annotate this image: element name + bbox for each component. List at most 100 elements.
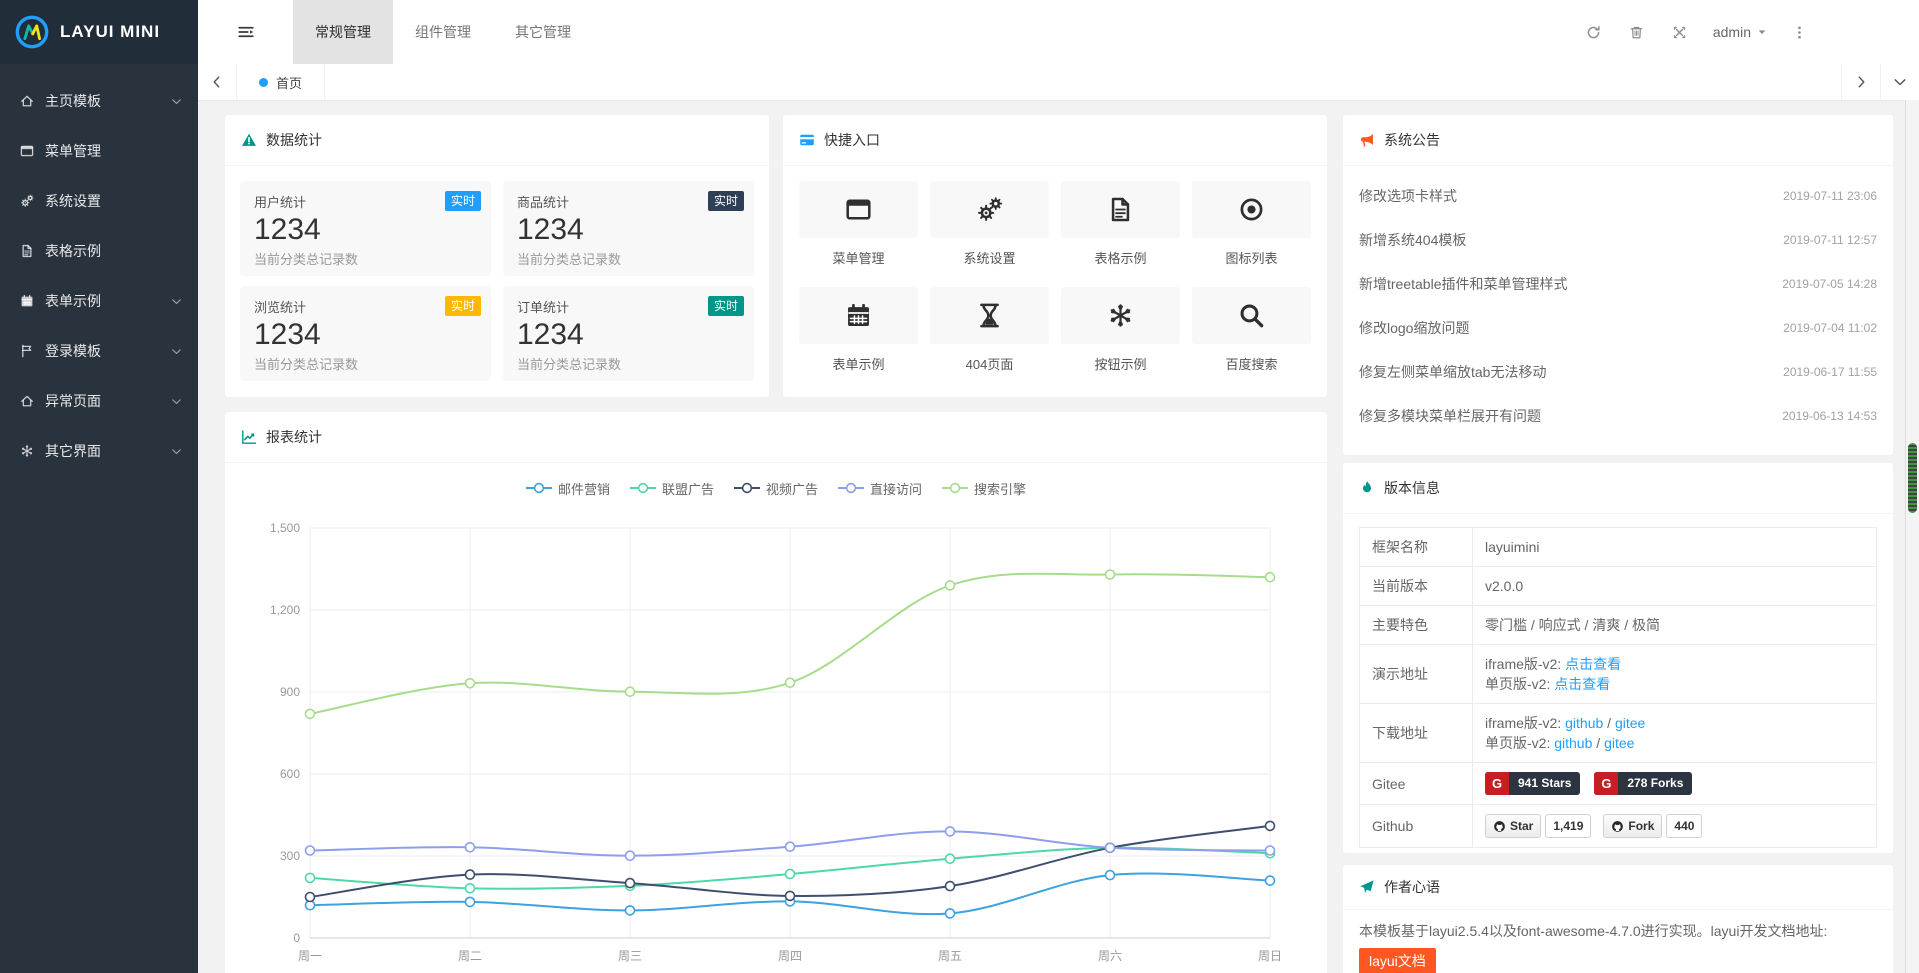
version-row-value: Star1,419 Fork440 (1473, 805, 1877, 848)
shortcut-label: 表单示例 (799, 354, 918, 373)
gitee-badge[interactable]: G941 Stars (1485, 772, 1580, 795)
svg-text:周日: 周日 (1258, 949, 1282, 963)
stat-label: 订单统计 (517, 297, 740, 316)
announcement-date: 2019-07-11 12:57 (1783, 233, 1877, 247)
sidebar-item-3[interactable]: 表格示例 (0, 226, 198, 276)
status-badge: 实时 (708, 296, 744, 316)
shortcut-6[interactable]: 按钮示例 (1061, 287, 1180, 373)
shortcut-2[interactable]: 表格示例 (1061, 181, 1180, 267)
link-github[interactable]: github (1565, 715, 1603, 731)
gitee-badge[interactable]: G278 Forks (1594, 772, 1692, 795)
shortcut-1[interactable]: 系统设置 (930, 181, 1049, 267)
svg-text:0: 0 (293, 931, 300, 945)
shortcut-0[interactable]: 菜单管理 (799, 181, 918, 267)
page-scrollbar[interactable] (1905, 100, 1919, 973)
sidebar-item-6[interactable]: 异常页面 (0, 376, 198, 426)
version-row-label: Gitee (1360, 763, 1473, 805)
sidebar-item-7[interactable]: 其它界面 (0, 426, 198, 476)
stat-value: 1234 (517, 212, 740, 248)
report-panel-header: 报表统计 (225, 412, 1327, 463)
link-点击查看[interactable]: 点击查看 (1554, 676, 1610, 692)
sidebar-item-label: 菜单管理 (45, 141, 101, 161)
shortcut-label: 系统设置 (930, 248, 1049, 267)
sidebar-item-4[interactable]: 表单示例 (0, 276, 198, 326)
legend-label: 搜索引擎 (974, 479, 1026, 498)
sidebar-menu: 主页模板菜单管理系统设置表格示例表单示例登录模板异常页面其它界面 (0, 64, 198, 476)
more-menu-button[interactable] (1780, 25, 1819, 40)
app-logo[interactable]: LAYUI MINI (0, 0, 198, 64)
version-row-4: 下载地址iframe版-v2: github / gitee单页版-v2: gi… (1360, 704, 1877, 763)
chevron-left-icon (210, 75, 224, 89)
link-点击查看[interactable]: 点击查看 (1565, 656, 1621, 672)
username: admin (1713, 24, 1751, 40)
announcement-row-2[interactable]: 新增treetable插件和菜单管理样式2019-07-05 14:28 (1359, 262, 1877, 306)
header-nav-tab-2[interactable]: 其它管理 (493, 0, 593, 64)
announcement-row-1[interactable]: 新增系统404模板2019-07-11 12:57 (1359, 218, 1877, 262)
announcement-row-5[interactable]: 修复多模块菜单栏展开有问题2019-06-13 14:53 (1359, 394, 1877, 438)
legend-item-3[interactable]: 直接访问 (838, 479, 922, 498)
sidebar-item-label: 异常页面 (45, 391, 101, 411)
legend-item-1[interactable]: 联盟广告 (630, 479, 714, 498)
hourglass-icon (976, 302, 1003, 329)
legend-item-0[interactable]: 邮件营销 (526, 479, 610, 498)
scrollbar-thumb[interactable] (1908, 443, 1917, 513)
github-star-button[interactable]: Star (1485, 814, 1541, 838)
github-fork-button[interactable]: Fork (1603, 814, 1662, 838)
credit-card-icon (799, 132, 815, 148)
shortcut-7[interactable]: 百度搜索 (1192, 287, 1311, 373)
github-fork-count[interactable]: 440 (1666, 814, 1702, 838)
sidebar-item-5[interactable]: 登录模板 (0, 326, 198, 376)
announcement-date: 2019-06-13 14:53 (1782, 409, 1877, 423)
snowflake-icon (20, 444, 35, 458)
sidebar-item-label: 主页模板 (45, 91, 101, 111)
sidebar-item-0[interactable]: 主页模板 (0, 76, 198, 126)
link-gitee[interactable]: gitee (1604, 735, 1634, 751)
legend-label: 直接访问 (870, 479, 922, 498)
legend-marker (838, 482, 864, 494)
announcement-row-4[interactable]: 修复左侧菜单缩放tab无法移动2019-06-17 11:55 (1359, 350, 1877, 394)
svg-text:周六: 周六 (1098, 949, 1122, 963)
sidebar-item-label: 系统设置 (45, 191, 101, 211)
shortcut-label: 百度搜索 (1192, 354, 1311, 373)
warning-icon (241, 132, 257, 148)
github-star-count[interactable]: 1,419 (1545, 814, 1591, 838)
stat-card-1: 商品统计1234当前分类总记录数实时 (503, 181, 754, 276)
tabs-scroll-right-button[interactable] (1841, 64, 1880, 100)
link-github[interactable]: github (1554, 735, 1592, 751)
tab-active-dot (259, 78, 268, 87)
tabs-scroll-left-button[interactable] (198, 64, 237, 100)
author-text-line1: 本模板基于layui2.5.4以及font-awesome-4.7.0进行实现。… (1359, 920, 1877, 943)
shortcut-label: 按钮示例 (1061, 354, 1180, 373)
shortcut-3[interactable]: 图标列表 (1192, 181, 1311, 267)
shortcut-4[interactable]: 表单示例 (799, 287, 918, 373)
version-row-6: GithubStar1,419Fork440 (1360, 805, 1877, 848)
header-nav-tab-0[interactable]: 常规管理 (293, 0, 393, 64)
user-menu[interactable]: admin (1701, 24, 1780, 40)
svg-text:1,200: 1,200 (270, 603, 300, 617)
shortcut-5[interactable]: 404页面 (930, 287, 1049, 373)
announcement-date: 2019-07-05 14:28 (1782, 277, 1877, 291)
header-actions: admin (1572, 0, 1919, 64)
version-row-label: 下载地址 (1360, 704, 1473, 763)
announcement-row-3[interactable]: 修改logo缩放问题2019-07-04 11:02 (1359, 306, 1877, 350)
search-icon (1238, 302, 1265, 329)
shortcuts-panel: 快捷入口 菜单管理系统设置表格示例图标列表表单示例404页面按钮示例百度搜索 (783, 115, 1327, 397)
trash-icon[interactable] (1615, 25, 1658, 40)
tabs-menu-button[interactable] (1880, 64, 1919, 100)
link-gitee[interactable]: gitee (1615, 715, 1645, 731)
sidebar-item-1[interactable]: 菜单管理 (0, 126, 198, 176)
flag-icon (20, 344, 35, 358)
header-nav-tab-1[interactable]: 组件管理 (393, 0, 493, 64)
sidebar-item-2[interactable]: 系统设置 (0, 176, 198, 226)
svg-text:周五: 周五 (938, 949, 962, 963)
menu-collapse-button[interactable] (198, 0, 293, 64)
tab-home[interactable]: 首页 (237, 64, 325, 100)
fullscreen-icon[interactable] (1658, 25, 1701, 40)
refresh-icon[interactable] (1572, 25, 1615, 40)
legend-item-2[interactable]: 视频广告 (734, 479, 818, 498)
layui-doc-button[interactable]: layui文档 (1359, 948, 1436, 973)
stat-value: 1234 (517, 317, 740, 353)
legend-item-4[interactable]: 搜索引擎 (942, 479, 1026, 498)
version-panel-header: 版本信息 (1343, 463, 1893, 514)
announcement-row-0[interactable]: 修改选项卡样式2019-07-11 23:06 (1359, 174, 1877, 218)
